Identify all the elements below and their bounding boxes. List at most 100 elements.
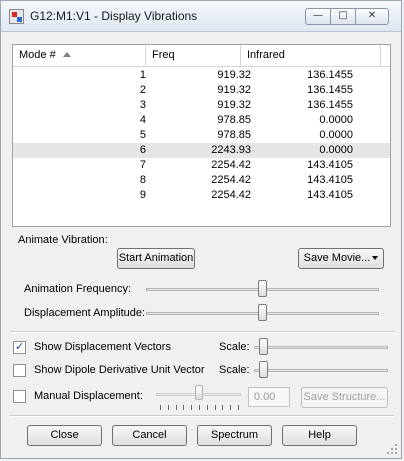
show-dipole-vector-label: Show Dipole Derivative Unit Vector [34, 364, 205, 376]
minimize-icon: — [313, 10, 323, 21]
table-cell-ir: 143.4105 [307, 189, 353, 201]
table-cell-freq: 978.85 [217, 114, 251, 126]
displacement-amplitude-thumb[interactable] [258, 304, 267, 321]
manual-displacement-label: Manual Displacement: [34, 390, 143, 402]
table-cell-freq: 978.85 [217, 129, 251, 141]
close-icon: ✕ [367, 10, 377, 21]
show-displacement-vectors-checkbox[interactable]: ✓ [13, 340, 26, 354]
sort-ascending-icon [63, 52, 71, 57]
displacement-scale-slider[interactable] [254, 346, 388, 349]
table-cell-mode: 5 [139, 129, 146, 141]
list-header: Mode # Freq Infrared [13, 45, 390, 67]
slider-tick [191, 405, 192, 410]
table-cell-ir: 0.0000 [319, 144, 353, 156]
column-header-infrared-label: Infrared [247, 49, 285, 61]
table-cell-mode: 4 [139, 114, 146, 126]
app-icon[interactable] [9, 9, 24, 24]
table-cell-freq: 2254.42 [211, 174, 251, 186]
dipole-scale-label: Scale: [219, 364, 250, 376]
table-row[interactable]: 5 978.85 0.0000 [13, 128, 390, 143]
table-cell-ir: 136.1455 [307, 69, 353, 81]
displacement-amplitude-label: Displacement Amplitude: [24, 307, 146, 319]
manual-displacement-checkbox[interactable] [13, 390, 26, 403]
show-dipole-vector-checkbox[interactable] [13, 364, 26, 377]
start-animation-button[interactable]: Start Animation [117, 248, 195, 269]
table-cell-freq: 2254.42 [211, 159, 251, 171]
slider-tick [222, 405, 223, 410]
table-row[interactable]: 1 919.32 136.1455 [13, 68, 390, 83]
cancel-button[interactable]: Cancel [112, 425, 187, 446]
dipole-scale-slider[interactable] [254, 369, 388, 372]
table-row[interactable]: 2 919.32 136.1455 [13, 83, 390, 98]
column-header-mode[interactable]: Mode # [13, 45, 146, 66]
maximize-icon: □ [338, 10, 348, 21]
help-button[interactable]: Help [282, 425, 357, 446]
table-cell-mode: 2 [139, 84, 146, 96]
slider-tick [230, 405, 231, 410]
column-header-freq[interactable]: Freq [146, 45, 241, 66]
display-vibrations-window: G12:M1:V1 - Display Vibrations — □ ✕ Mod… [0, 0, 402, 459]
table-row[interactable]: 4 978.85 0.0000 [13, 113, 390, 128]
table-cell-mode: 7 [139, 159, 146, 171]
table-cell-freq: 919.32 [217, 69, 251, 81]
table-cell-ir: 143.4105 [307, 159, 353, 171]
minimize-button[interactable]: — [305, 8, 331, 25]
spectrum-button[interactable]: Spectrum [197, 425, 272, 446]
table-row[interactable]: 9 2254.42 143.4105 [13, 188, 390, 203]
table-cell-ir: 0.0000 [319, 114, 353, 126]
table-row[interactable]: 3 919.32 136.1455 [13, 98, 390, 113]
table-cell-freq: 919.32 [217, 99, 251, 111]
slider-tick [207, 405, 208, 410]
animation-frequency-label: Animation Frequency: [24, 283, 131, 295]
table-cell-ir: 136.1455 [307, 84, 353, 96]
manual-displacement-value[interactable]: 0.00 [248, 387, 290, 407]
displacement-scale-thumb[interactable] [259, 338, 268, 355]
table-cell-mode: 3 [139, 99, 146, 111]
slider-tick [176, 405, 177, 410]
table-cell-ir: 136.1455 [307, 99, 353, 111]
dropdown-arrow-icon [372, 256, 379, 261]
close-window-button[interactable]: ✕ [355, 8, 389, 25]
slider-tick [160, 405, 161, 410]
checkmark-icon: ✓ [15, 340, 25, 353]
table-cell-freq: 2254.42 [211, 189, 251, 201]
table-row[interactable]: 6 2243.93 0.0000 [13, 143, 390, 158]
column-header-mode-label: Mode # [19, 49, 56, 61]
section-divider [10, 331, 394, 333]
table-cell-freq: 2243.93 [211, 144, 251, 156]
title-bar[interactable]: G12:M1:V1 - Display Vibrations — □ ✕ [1, 1, 401, 32]
caption-buttons: — □ ✕ [305, 8, 389, 25]
table-row[interactable]: 8 2254.42 143.4105 [13, 173, 390, 188]
slider-tick [183, 405, 184, 410]
table-cell-mode: 9 [139, 189, 146, 201]
table-cell-mode: 8 [139, 174, 146, 186]
save-movie-label: Save Movie... [303, 252, 371, 264]
table-cell-ir: 0.0000 [319, 129, 353, 141]
table-cell-ir: 143.4105 [307, 174, 353, 186]
manual-displacement-ticks [160, 405, 239, 411]
table-cell-mode: 6 [139, 144, 146, 156]
resize-grip-icon[interactable] [387, 444, 397, 454]
vibration-modes-list[interactable]: Mode # Freq Infrared 1 919.32 136.1455 2 919… [12, 44, 391, 227]
displacement-scale-label: Scale: [219, 341, 250, 353]
animate-vibration-label: Animate Vibration: [18, 234, 108, 246]
save-movie-button[interactable]: Save Movie... [298, 248, 384, 269]
table-cell-freq: 919.32 [217, 84, 251, 96]
dipole-scale-thumb[interactable] [259, 361, 268, 378]
slider-tick [168, 405, 169, 410]
show-displacement-vectors-label: Show Displacement Vectors [34, 341, 171, 353]
slider-tick [238, 405, 239, 410]
save-structure-button[interactable]: Save Structure... [301, 387, 388, 408]
column-header-infrared[interactable]: Infrared [241, 45, 381, 66]
slider-tick [199, 405, 200, 410]
footer-divider [10, 415, 394, 417]
slider-tick [215, 405, 216, 410]
manual-displacement-thumb[interactable] [195, 385, 203, 400]
window-title: G12:M1:V1 - Display Vibrations [30, 9, 198, 23]
table-cell-mode: 1 [139, 69, 146, 81]
table-row[interactable]: 7 2254.42 143.4105 [13, 158, 390, 173]
column-header-freq-label: Freq [152, 49, 175, 61]
maximize-button[interactable]: □ [330, 8, 356, 25]
close-button[interactable]: Close [27, 425, 102, 446]
animation-frequency-thumb[interactable] [258, 280, 267, 297]
